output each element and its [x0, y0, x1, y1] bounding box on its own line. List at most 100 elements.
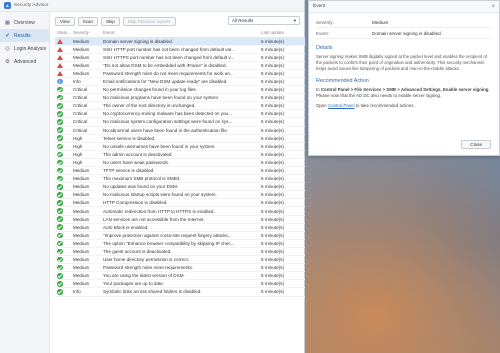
table-row[interactable]: Critical No permission changes found in y… — [55, 85, 305, 95]
column-header-event[interactable]: Event — [101, 29, 259, 38]
table-row[interactable]: Medium The guest account is deactivated. 5… — [55, 247, 305, 257]
last-update-cell: 5 minute(s) — [259, 69, 305, 78]
event-cell: LAN services are not accessible from the… — [101, 215, 259, 224]
sidebar-item-login-analysis[interactable]: ◎ Login Analysis — [0, 42, 49, 55]
severity-cell: Medium — [71, 37, 101, 46]
check-circle-icon — [57, 119, 63, 125]
table-row[interactable]: Medium No updates was found on your DSM. 5… — [55, 182, 305, 192]
close-button[interactable]: Close — [461, 140, 491, 149]
view-button[interactable]: View — [55, 17, 75, 26]
details-text: Server signing makes SMB digitally signe… — [316, 54, 488, 71]
dialog-title: Event — [313, 4, 326, 9]
open-control-panel-text: Open Control Panel to take recommended a… — [316, 103, 492, 109]
severity-cell: Medium — [71, 61, 101, 70]
column-header-last-update[interactable]: Last update — [259, 29, 305, 38]
severity-cell: Critical — [71, 85, 101, 95]
table-row[interactable]: High The admin account is deactivated. 5 m… — [55, 150, 305, 159]
warning-triangle-icon — [57, 71, 63, 77]
sidebar-item-overview[interactable]: ▦ Overview — [0, 16, 49, 29]
severity-label: Severity: — [316, 19, 334, 25]
check-circle-icon — [57, 135, 63, 141]
status-cell — [55, 166, 71, 176]
table-row[interactable]: Medium Password strength rules meet requi… — [55, 263, 305, 273]
control-panel-link[interactable]: Control Panel — [328, 103, 355, 108]
last-update-cell: 5 minute(s) — [259, 174, 305, 184]
status-cell — [55, 247, 71, 257]
table-row[interactable]: Medium No malicious startup scripts were … — [55, 190, 305, 200]
shield-logo-icon: ▲ — [4, 2, 11, 9]
status-cell — [55, 142, 71, 151]
event-cell: TFTP service is disabled. — [101, 166, 259, 176]
table-row[interactable]: High No unsafe usernames have been found … — [55, 142, 305, 151]
table-row[interactable]: Medium TFTP service is disabled. 5 minute(… — [55, 166, 305, 176]
event-cell: Your packages are up to date. — [101, 279, 259, 289]
scan-button[interactable]: Scan — [77, 17, 98, 26]
table-row[interactable]: Critical No malicious programs have been … — [55, 93, 305, 103]
last-update-cell: 5 minute(s) — [259, 53, 305, 62]
skip-previous-reports-button[interactable]: Skip Previous reports — [122, 17, 176, 26]
table-row[interactable]: Critical No malicious system configuratio… — [55, 117, 305, 127]
table-row[interactable]: Critical No abnormal users have been foun… — [55, 126, 305, 135]
last-update-cell: 5 minute(s) — [259, 223, 305, 232]
table-row[interactable]: Medium LAN services are not accessible fr… — [55, 215, 305, 224]
last-update-cell: 5 minute(s) — [259, 93, 305, 103]
check-circle-icon — [57, 167, 63, 174]
last-update-cell: 5 minute(s) — [259, 271, 305, 281]
event-cell: SSH HTTP port number has not been change… — [101, 45, 259, 54]
table-row[interactable]: Medium Domain server signing is disabled.… — [55, 37, 305, 46]
skip-button[interactable]: Skip — [100, 17, 120, 26]
event-cell: Domain server signing is disabled. — [101, 37, 259, 46]
event-cell: No users have weak passwords. — [101, 158, 259, 168]
table-row[interactable]: Medium "Improve protection against cross-… — [55, 231, 305, 240]
last-update-cell: 5 minute(s) — [259, 101, 305, 111]
table-row[interactable]: Medium "Do not allow DSM to be embedded w… — [55, 61, 305, 70]
table-row[interactable]: Medium HTTP Compression is disabled. 5 min… — [55, 198, 305, 208]
column-header-severity[interactable]: Severity — [71, 29, 101, 38]
event-cell: "Improve protection against cross-site r… — [101, 231, 259, 240]
table-row[interactable]: Medium User home directory permission is … — [55, 255, 305, 265]
status-cell — [55, 69, 71, 78]
status-cell — [55, 150, 71, 159]
severity-cell: High — [71, 142, 101, 151]
check-circle-icon — [57, 111, 63, 117]
status-cell — [55, 101, 71, 111]
event-cell: Email notifications for "New DSM update … — [101, 77, 259, 87]
warning-triangle-icon — [57, 62, 63, 68]
sidebar-item-advanced[interactable]: ⚙ Advanced — [0, 55, 49, 68]
table-row[interactable]: Critical No cryptocurrency-mining malware… — [55, 109, 305, 119]
table-row[interactable]: Info Symbolic links across shared folders… — [55, 287, 305, 297]
table-row[interactable]: Medium The option "Enhance browser compat… — [55, 239, 305, 248]
results-filter-select[interactable]: All Results ▾ — [228, 16, 300, 25]
table-row[interactable]: Medium Automatic redirection from HTTP to… — [55, 206, 305, 216]
table-row[interactable]: Medium Your packages are up to date. 5 min… — [55, 279, 305, 289]
table-row[interactable]: Medium SSH HTTP port number has not been … — [55, 45, 305, 54]
status-cell — [55, 182, 71, 192]
status-cell — [55, 93, 71, 103]
open-prefix: Open — [316, 103, 328, 108]
status-cell — [55, 215, 71, 224]
event-cell: The owner of the root directory is uncha… — [101, 101, 259, 111]
severity-value: Medium — [372, 19, 389, 25]
overview-icon: ▦ — [4, 19, 11, 26]
table-row[interactable]: Medium Auto Block is enabled. 5 minute(s) — [55, 223, 305, 232]
table-row[interactable]: High Telnet service is disabled. 5 minute(… — [55, 134, 305, 143]
column-header-status[interactable]: Statu... — [55, 29, 71, 38]
table-row[interactable]: Critical The owner of the root directory … — [55, 101, 305, 111]
check-circle-icon — [57, 232, 63, 239]
table-row[interactable]: i Info Email notifications for "New DSM up… — [55, 77, 305, 87]
severity-cell: Medium — [71, 271, 101, 281]
check-circle-icon — [57, 175, 63, 182]
severity-cell: Medium — [71, 215, 101, 224]
table-row[interactable]: High No users have weak passwords. 5 minut… — [55, 158, 305, 168]
sidebar-item-results[interactable]: ✔ Results — [0, 29, 49, 42]
last-update-cell: 5 minute(s) — [259, 231, 305, 240]
table-row[interactable]: Medium You are using the latest version o… — [55, 271, 305, 281]
table-row[interactable]: Medium The maximum SMB protocol is SMB3. 5… — [55, 174, 305, 184]
severity-cell: Medium — [71, 279, 101, 289]
severity-cell: Critical — [71, 93, 101, 103]
close-icon[interactable]: × — [491, 4, 495, 10]
table-row[interactable]: Medium Password strength rules do not mee… — [55, 69, 305, 78]
status-cell — [55, 61, 71, 70]
status-cell — [55, 223, 71, 232]
table-row[interactable]: Medium SSH HTTPS port number has not been… — [55, 53, 305, 62]
